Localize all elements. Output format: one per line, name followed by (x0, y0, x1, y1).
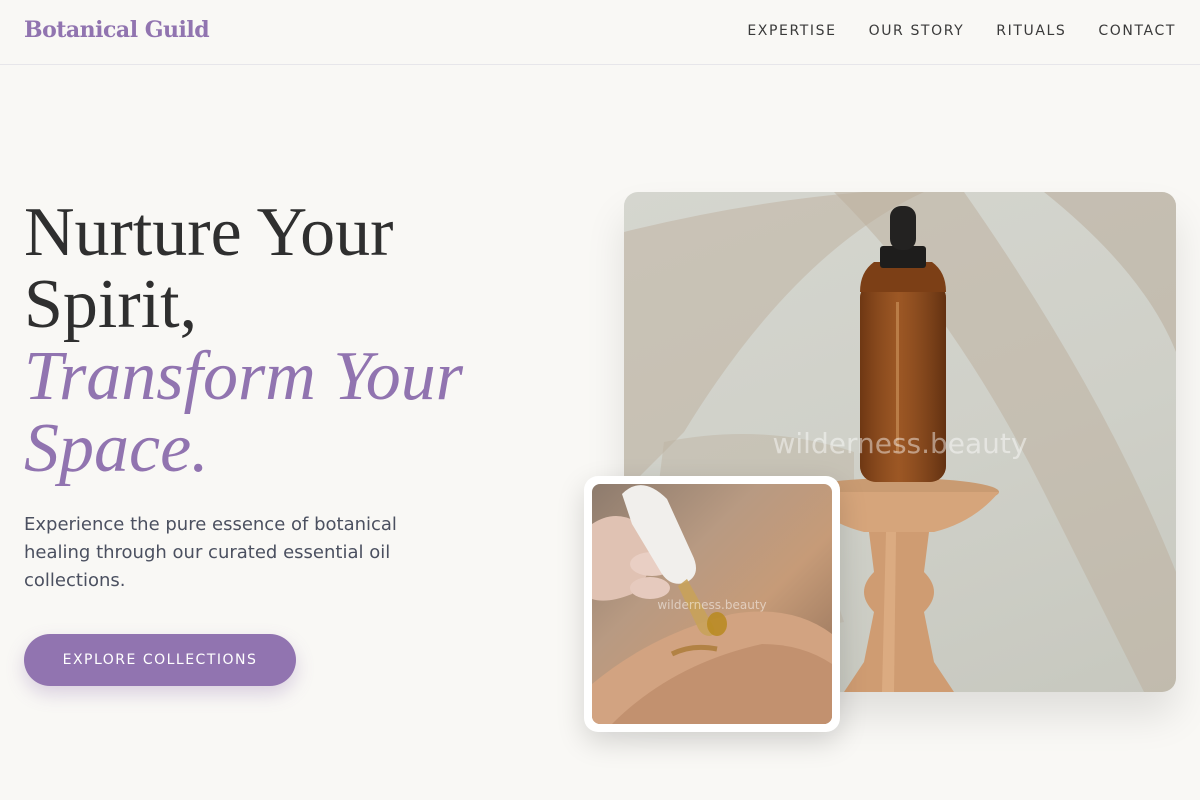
headline-accent-line-1: Transform Your (24, 338, 464, 415)
site-header: Botanical Guild EXPERTISE OUR STORY RITU… (0, 0, 1200, 65)
brand-logo[interactable]: Botanical Guild (24, 17, 210, 43)
image-watermark: wilderness.beauty (772, 427, 1028, 460)
hero-headline: Nurture Your Spirit, Transform Your Spac… (24, 197, 544, 485)
headline-accent-line-2: Space. (24, 410, 209, 487)
nav-link-rituals[interactable]: RITUALS (996, 23, 1066, 39)
explore-collections-button[interactable]: EXPLORE COLLECTIONS (24, 634, 296, 686)
main-nav: EXPERTISE OUR STORY RITUALS CONTACT (747, 23, 1176, 39)
dropper-image-card: wilderness.beauty (584, 476, 840, 732)
headline-line-2: Spirit, (24, 266, 198, 343)
nav-link-contact[interactable]: CONTACT (1098, 23, 1176, 39)
hero-subtitle: Experience the pure essence of botanical… (24, 514, 397, 591)
headline-line-1: Nurture Your (24, 194, 394, 271)
small-image-watermark: wilderness.beauty (657, 598, 767, 612)
nav-link-our-story[interactable]: OUR STORY (869, 23, 965, 39)
nav-link-expertise[interactable]: EXPERTISE (747, 23, 836, 39)
dropper-hand-image: wilderness.beauty (592, 484, 832, 724)
